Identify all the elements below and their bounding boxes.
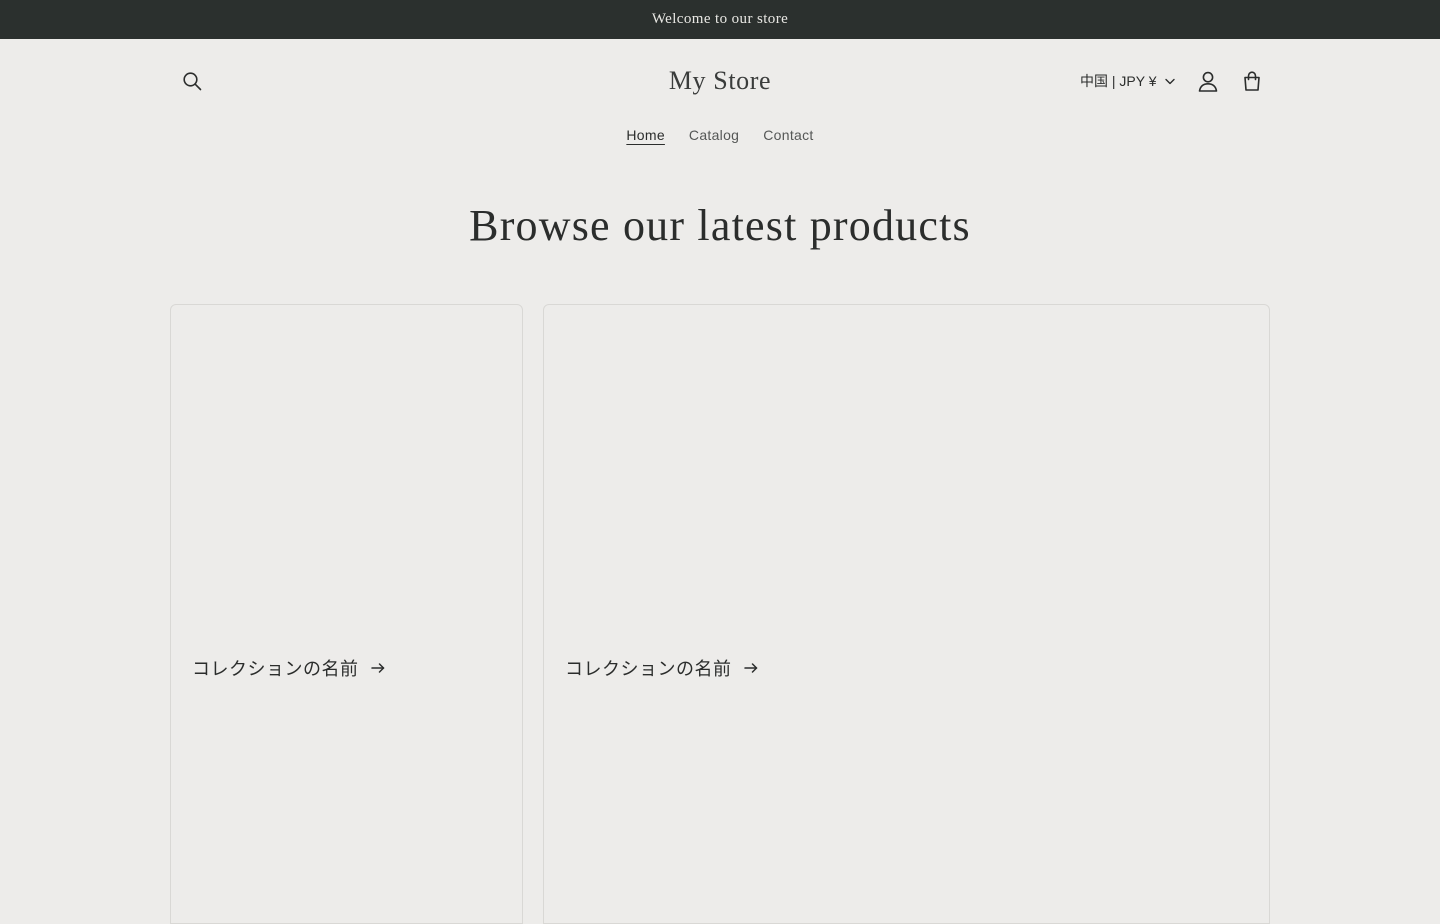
announcement-bar: Welcome to our store — [0, 0, 1440, 39]
collection-title: コレクションの名前 — [192, 659, 359, 679]
main-nav: Home Catalog Contact — [0, 123, 1440, 147]
collection-title: コレクションの名前 — [565, 659, 732, 679]
locale-selector[interactable]: 中国 | JPY ¥ — [1080, 69, 1175, 93]
cart-button[interactable] — [1234, 63, 1270, 99]
store-logo[interactable]: My Store — [570, 63, 870, 99]
chevron-down-icon — [1164, 78, 1175, 84]
locale-label: 中国 | JPY ¥ — [1080, 73, 1157, 89]
arrow-right-icon — [743, 663, 757, 673]
collection-card[interactable]: コレクションの名前 — [170, 304, 523, 924]
section-heading: Browse our latest products — [469, 201, 971, 250]
nav-item-home[interactable]: Home — [626, 123, 665, 147]
collection-link[interactable]: コレクションの名前 — [565, 655, 758, 681]
nav-item-contact[interactable]: Contact — [763, 123, 813, 147]
cart-icon — [1244, 71, 1260, 91]
collection-link[interactable]: コレクションの名前 — [192, 655, 385, 681]
collection-card[interactable]: コレクションの名前 — [543, 304, 1270, 924]
nav-item-catalog[interactable]: Catalog — [689, 123, 739, 147]
account-button[interactable] — [1190, 63, 1226, 99]
search-button[interactable] — [174, 63, 210, 99]
announcement-text: Welcome to our store — [651, 11, 789, 27]
arrow-right-icon — [370, 663, 384, 673]
account-icon — [1198, 71, 1218, 92]
search-icon — [183, 72, 202, 91]
site-header: My Store 中国 | JPY ¥ Home Catalog Contact — [0, 39, 1440, 159]
